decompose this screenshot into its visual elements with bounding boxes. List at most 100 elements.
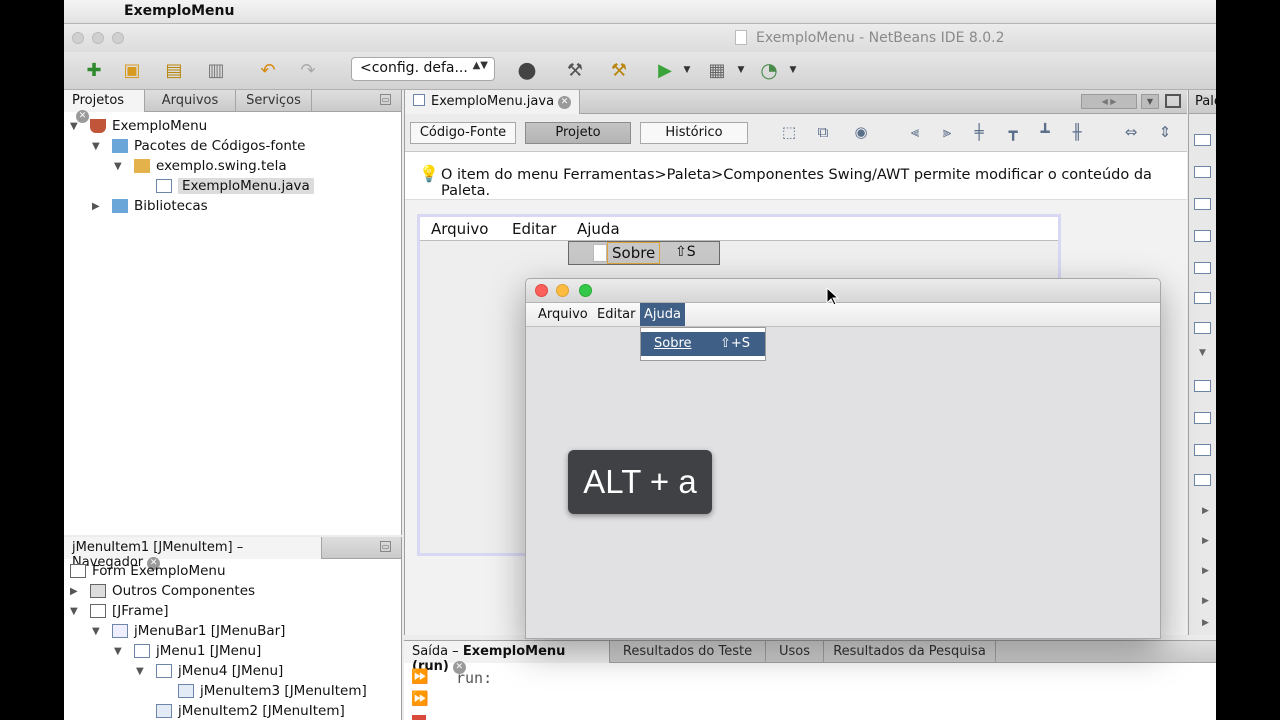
app-menu-ajuda[interactable]: Ajuda (640, 303, 685, 326)
expand-icon[interactable]: ▼ (136, 666, 148, 677)
app-menu-arquivo[interactable]: Arquivo (534, 303, 592, 326)
clean-build-icon[interactable]: ⚒ (606, 57, 632, 83)
tree-node[interactable]: Form ExemploMenu (70, 561, 400, 581)
tab-usages[interactable]: Usos (766, 641, 824, 663)
globe-icon[interactable]: ● (514, 57, 540, 83)
tab-scroll-arrows-icon[interactable]: ◀ ▶ (1081, 94, 1137, 109)
palette-label-icon[interactable] (1194, 134, 1211, 146)
redo-icon[interactable]: ↷ (295, 57, 321, 83)
tab-output[interactable]: Saída – ExemploMenu (run) ✕ (404, 641, 610, 674)
palette-button-icon[interactable] (1194, 166, 1211, 178)
minimize-panel-icon[interactable]: ▭ (380, 94, 391, 105)
center-horizontal-icon[interactable]: ╪ (969, 123, 989, 143)
maximize-icon[interactable] (1165, 94, 1181, 108)
build-hammer-icon[interactable]: ⚒ (562, 57, 588, 83)
minimize-icon[interactable] (92, 32, 104, 44)
collapse-section-icon[interactable]: ▶ (1202, 596, 1209, 606)
resize-horizontal-icon[interactable]: ⇔ (1121, 123, 1141, 143)
tab-search-results[interactable]: Resultados da Pesquisa (824, 641, 996, 663)
collapse-section-icon[interactable]: ▶ (1202, 618, 1209, 628)
design-menubar[interactable]: Arquivo Editar Ajuda (420, 217, 1058, 241)
tab-navigator[interactable]: jMenuItem1 [JMenuItem] – Navegador ✕ (64, 537, 322, 570)
app-titlebar[interactable] (526, 279, 1160, 303)
debug-icon[interactable]: ▦ (704, 57, 730, 83)
palette-checkbox-icon[interactable] (1194, 230, 1211, 242)
menubar-app-name[interactable]: ExemploMenu (124, 3, 234, 19)
tree-node[interactable]: ▼ ExemploMenu (70, 116, 400, 136)
view-design-button[interactable]: Projeto (525, 122, 631, 144)
configuration-select[interactable]: <config. defa... ▲▼ (351, 57, 495, 81)
close-tab-icon[interactable]: ✕ (558, 96, 572, 109)
editor-tab-exemplomenu[interactable]: ExemploMenu.java ✕ (405, 90, 581, 114)
expand-icon[interactable]: ▼ (92, 626, 104, 637)
tab-arquivos[interactable]: Arquivos (145, 90, 236, 112)
open-project-icon[interactable]: ▤ (161, 57, 187, 83)
tree-node[interactable]: ▼ jMenu4 [JMenu] (70, 661, 400, 681)
design-menu-editar[interactable]: Editar (512, 220, 556, 238)
expand-section-icon[interactable]: ▼ (1199, 348, 1206, 358)
palette-toggle-icon[interactable] (1194, 198, 1211, 210)
tree-node[interactable]: ▼ jMenu1 [JMenu] (70, 641, 400, 661)
palette-menu-icon[interactable] (1194, 412, 1211, 424)
expand-icon[interactable]: ▼ (114, 161, 126, 172)
stop-icon[interactable] (412, 715, 426, 720)
profile-dropdown-icon[interactable]: ▼ (780, 57, 806, 83)
expand-icon[interactable]: ▶ (92, 201, 104, 212)
profile-icon[interactable]: ◔ (756, 57, 782, 83)
tab-projetos[interactable]: Projetos✕ (64, 90, 145, 123)
expand-icon[interactable]: ▼ (114, 646, 126, 657)
zoom-icon[interactable] (579, 284, 592, 297)
app-menuitem-sobre[interactable]: Sobre ⇧+S (641, 332, 765, 356)
expand-icon[interactable]: ▼ (70, 121, 82, 132)
collapse-section-icon[interactable]: ▶ (1202, 506, 1209, 516)
close-icon[interactable] (72, 32, 84, 44)
debug-dropdown-icon[interactable]: ▼ (728, 57, 754, 83)
close-icon[interactable] (535, 284, 548, 297)
expand-icon[interactable]: ▶ (70, 586, 82, 597)
tree-node[interactable]: jMenuItem3 [JMenuItem] (70, 681, 400, 701)
undo-icon[interactable]: ↶ (255, 57, 281, 83)
palette-group-icon[interactable] (1194, 292, 1211, 304)
palette-menubar-icon[interactable] (1194, 380, 1211, 392)
rerun-icon[interactable]: ⏩ (411, 669, 428, 685)
connection-mode-icon[interactable]: ⧉ (813, 123, 833, 143)
resize-vertical-icon[interactable]: ⇕ (1155, 123, 1175, 143)
tab-test-results[interactable]: Resultados do Teste (610, 641, 766, 663)
tree-node[interactable]: ▼ exemplo.swing.tela (70, 156, 400, 176)
minimize-icon[interactable] (556, 284, 569, 297)
collapse-section-icon[interactable]: ▶ (1202, 566, 1209, 576)
tab-list-icon[interactable]: ▼ (1141, 94, 1159, 109)
palette-combo-icon[interactable] (1194, 322, 1211, 334)
tree-node-selected[interactable]: ExemploMenu.java (70, 176, 400, 196)
app-menu-editar[interactable]: Editar (593, 303, 640, 326)
design-menu-ajuda[interactable]: Ajuda (577, 220, 620, 238)
minimize-panel-icon[interactable]: ▭ (380, 541, 391, 552)
align-right-icon[interactable]: ⫸ (937, 123, 957, 143)
tab-palette[interactable]: Pale (1189, 90, 1216, 114)
tree-node[interactable]: ▼ jMenuBar1 [JMenuBar] (70, 621, 400, 641)
align-top-icon[interactable]: ┳ (1003, 123, 1023, 143)
new-file-icon[interactable]: ✚ (81, 57, 107, 83)
tree-node[interactable]: ▶ Bibliotecas (70, 196, 400, 216)
tree-node[interactable]: ▼ Pacotes de Códigos-fonte (70, 136, 400, 156)
collapse-section-icon[interactable]: ▶ (1202, 536, 1209, 546)
tree-node[interactable]: ▶ Outros Componentes (70, 581, 400, 601)
preview-design-icon[interactable]: ◉ (851, 123, 871, 143)
view-history-button[interactable]: Histórico (640, 122, 748, 144)
align-bottom-icon[interactable]: ┻ (1035, 123, 1055, 143)
save-all-icon[interactable]: ▥ (203, 57, 229, 83)
rerun-with-params-icon[interactable]: ⏩ (411, 691, 428, 707)
selection-mode-icon[interactable]: ⬚ (779, 123, 799, 143)
new-project-icon[interactable]: ▣ (119, 57, 145, 83)
design-menuitem-sobre[interactable]: Sobre (607, 242, 661, 264)
palette-radio-icon[interactable] (1194, 262, 1211, 274)
run-dropdown-icon[interactable]: ▼ (674, 57, 700, 83)
view-source-button[interactable]: Código-Fonte (410, 122, 516, 144)
tree-node[interactable]: ▼ [JFrame] (70, 601, 400, 621)
zoom-icon[interactable] (112, 32, 124, 44)
align-left-icon[interactable]: ⫷ (905, 123, 925, 143)
tree-node[interactable]: jMenuItem2 [JMenuItem] (70, 701, 400, 720)
palette-separator-icon[interactable] (1194, 474, 1211, 486)
center-vertical-icon[interactable]: ╫ (1067, 123, 1087, 143)
palette-radiomenuitem-icon[interactable] (1194, 444, 1211, 456)
